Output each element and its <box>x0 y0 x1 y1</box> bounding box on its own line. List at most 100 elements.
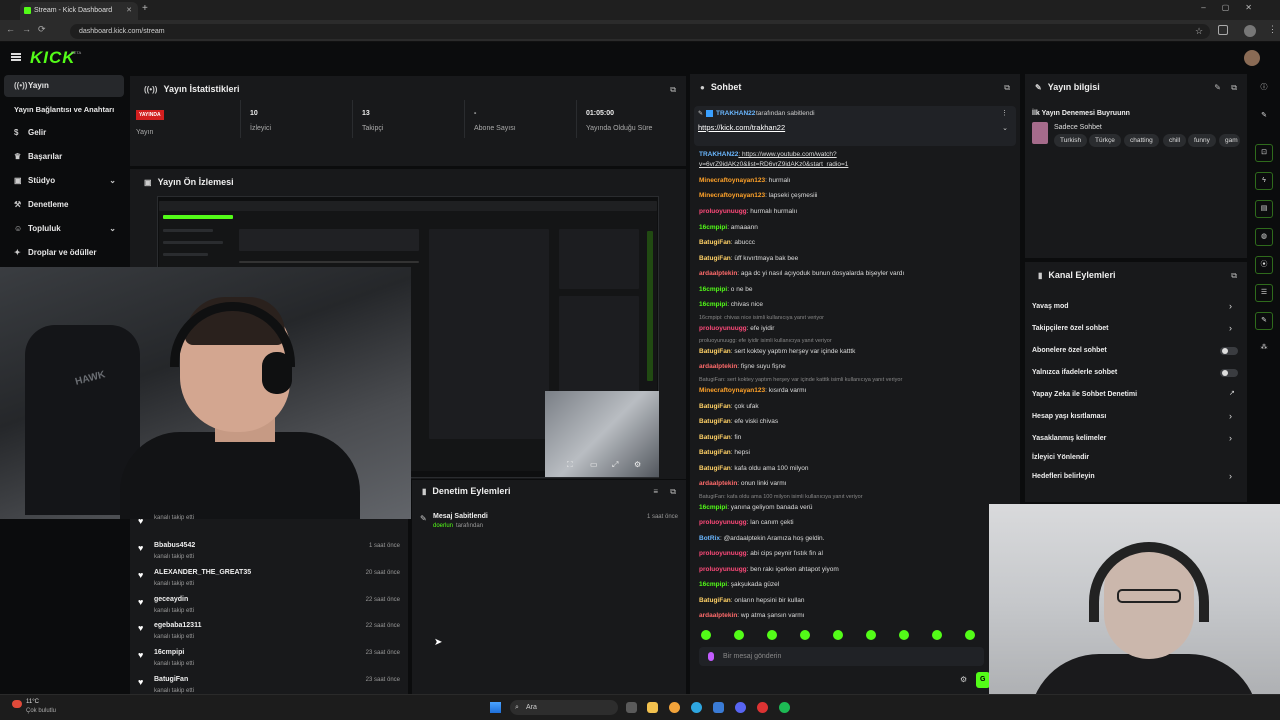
chevron-down-icon[interactable]: ⌄ <box>1002 124 1008 132</box>
sidebar-item-stream-key[interactable]: Yayın Bağlantısı ve Anahtarı <box>4 99 124 121</box>
sidebar-item-gelir[interactable]: $ Gelir <box>4 122 124 144</box>
chat-username[interactable]: Minecraftoynayan123 <box>699 387 765 394</box>
nav-buttons[interactable]: ←→⟳ <box>6 24 53 35</box>
filter-icon[interactable]: ≡ <box>653 487 658 496</box>
emote-icon[interactable] <box>866 630 876 640</box>
chat-username[interactable]: BotRix <box>699 535 720 542</box>
chat-username[interactable]: BatugiFan <box>699 449 731 456</box>
file-explorer-icon[interactable] <box>647 702 658 713</box>
preview-layout-icon[interactable]: ▭ <box>590 460 598 469</box>
emote-bar[interactable] <box>699 630 984 644</box>
tag-chip[interactable]: funny <box>1188 134 1216 147</box>
chat-username[interactable]: proluoyunuugg <box>699 566 747 573</box>
emote-icon[interactable] <box>767 630 777 640</box>
preview-settings-icon[interactable]: ⚙ <box>634 460 641 469</box>
document-icon[interactable]: ▤ <box>1255 200 1273 218</box>
mail-icon[interactable] <box>713 702 724 713</box>
chat-username[interactable]: 16cmpipi <box>699 224 727 231</box>
tag-chip[interactable]: Turkish <box>1054 134 1088 147</box>
hamburger-menu-icon[interactable] <box>11 53 21 61</box>
bookmark-star-icon[interactable]: ☆ <box>1195 26 1203 37</box>
popout-icon[interactable]: ⧉ <box>1231 271 1237 281</box>
chat-username[interactable]: ardaalptekin <box>699 363 737 370</box>
action-goals[interactable]: Hedefleri belirleyin <box>1032 473 1095 480</box>
chat-username[interactable]: BatugiFan <box>699 239 731 246</box>
edit-icon[interactable]: ✎ <box>1255 108 1273 126</box>
taskbar-search[interactable]: ⌕ Ara <box>510 700 618 715</box>
layout-icon[interactable]: ☰ <box>1255 284 1273 302</box>
chat-username[interactable]: proluoyunuugg <box>699 519 747 526</box>
unpin-icon[interactable]: ⋮ <box>1001 109 1008 117</box>
chat-username[interactable]: BatugiFan <box>699 465 731 472</box>
spotify-icon[interactable] <box>779 702 790 713</box>
chat-username[interactable]: TRAKHAN22 <box>699 151 738 158</box>
emotes-only-toggle[interactable] <box>1220 369 1238 377</box>
edit-icon[interactable]: ✎ <box>1214 83 1221 92</box>
user-avatar[interactable] <box>1244 50 1260 66</box>
wrench-icon[interactable]: ✎ <box>1255 312 1273 330</box>
edge-icon[interactable] <box>691 702 702 713</box>
chevron-right-icon[interactable]: › <box>1229 301 1232 311</box>
weather-temp[interactable]: 11°C <box>26 699 39 705</box>
subscribers-only-toggle[interactable] <box>1220 347 1238 355</box>
chat-username[interactable]: BatugiFan <box>699 434 731 441</box>
emote-icon[interactable] <box>701 630 711 640</box>
action-raid[interactable]: İzleyici Yönlendir <box>1032 454 1089 461</box>
chrome-icon[interactable] <box>669 702 680 713</box>
action-banned-words[interactable]: Yasaklanmış kelimeler <box>1032 435 1106 442</box>
tag-chip[interactable]: gam <box>1219 134 1240 147</box>
action-slow-mode[interactable]: Yavaş mod <box>1032 303 1069 310</box>
action-ai-moderation[interactable]: Yapay Zeka ile Sohbet Denetimi <box>1032 391 1137 398</box>
emote-icon[interactable] <box>833 630 843 640</box>
chat-username[interactable]: BatugiFan <box>699 597 731 604</box>
chat-settings-icon[interactable]: ⚙ <box>960 675 967 684</box>
sidebar-item-studyo[interactable]: ▣ Stüdyo ⌄ <box>4 170 124 192</box>
new-tab-icon[interactable]: + <box>142 3 148 14</box>
chat-username[interactable]: proluoyunuugg <box>699 325 747 332</box>
lightning-icon[interactable]: ϟ <box>1255 172 1273 190</box>
window-controls[interactable]: –▢✕ <box>1201 3 1268 12</box>
profile-avatar[interactable] <box>1244 25 1256 37</box>
chat-username[interactable]: proluoyunuugg <box>699 208 747 215</box>
popout-icon[interactable]: ⧉ <box>1231 83 1237 93</box>
emote-icon[interactable] <box>734 630 744 640</box>
mod-entry-user[interactable]: doerlun <box>433 523 453 529</box>
sidebar-item-yayin[interactable]: ((•))Yayın <box>4 75 124 97</box>
chat-username[interactable]: proluoyunuugg <box>699 550 747 557</box>
chat-username[interactable]: 16cmpipi <box>699 581 727 588</box>
sidebar-item-basarilar[interactable]: ♛ Başarılar <box>4 146 124 168</box>
url-field[interactable]: dashboard.kick.com/stream <box>70 24 1210 39</box>
popout-icon[interactable]: ⧉ <box>670 487 676 497</box>
chat-username[interactable]: BatugiFan <box>699 348 731 355</box>
broadcast-icon[interactable]: ⦿ <box>1255 256 1273 274</box>
external-link-icon[interactable]: ↗ <box>1229 389 1235 397</box>
chevron-right-icon[interactable]: › <box>1229 411 1232 421</box>
scan-icon[interactable]: ⊡ <box>1255 144 1273 162</box>
windows-start-icon[interactable] <box>490 702 501 713</box>
chevron-right-icon[interactable]: › <box>1229 323 1232 333</box>
emote-icon[interactable] <box>899 630 909 640</box>
browser-tab[interactable]: Stream - Kick Dashboard ✕ <box>20 2 138 20</box>
send-button[interactable]: G <box>976 672 990 688</box>
follower-name[interactable]: Bbabus4542 <box>154 542 195 549</box>
apps-icon[interactable]: ⁂ <box>1255 340 1273 358</box>
sidebar-item-droplar[interactable]: ✦ Droplar ve ödüller <box>4 242 124 264</box>
close-tab-icon[interactable]: ✕ <box>126 2 132 20</box>
chat-username[interactable]: BatugiFan <box>699 255 731 262</box>
chat-username[interactable]: 16cmpipi <box>699 286 727 293</box>
obs-icon[interactable] <box>757 702 768 713</box>
chat-username[interactable]: Minecraftoynayan123 <box>699 192 765 199</box>
chat-username[interactable]: ardaalptekin <box>699 270 737 277</box>
preview-expand-icon[interactable]: ⤢ <box>612 460 618 470</box>
chat-username[interactable]: Minecraftoynayan123 <box>699 177 765 184</box>
action-account-age[interactable]: Hesap yaşı kısıtlaması <box>1032 413 1106 420</box>
chat-username[interactable]: BatugiFan <box>699 403 731 410</box>
chat-username[interactable]: ardaalptekin <box>699 612 737 619</box>
action-followers-only[interactable]: Takipçilere özel sohbet <box>1032 325 1109 332</box>
preview-fullscreen-icon[interactable]: ⛶ <box>567 460 573 470</box>
tag-chip[interactable]: chill <box>1163 134 1187 147</box>
pinned-by-user[interactable]: TRAKHAN22 <box>716 110 755 117</box>
follower-name[interactable]: egebaba12311 <box>154 622 201 629</box>
browser-menu-icon[interactable]: ⋮ <box>1268 24 1277 35</box>
popout-icon[interactable]: ⧉ <box>670 85 676 95</box>
